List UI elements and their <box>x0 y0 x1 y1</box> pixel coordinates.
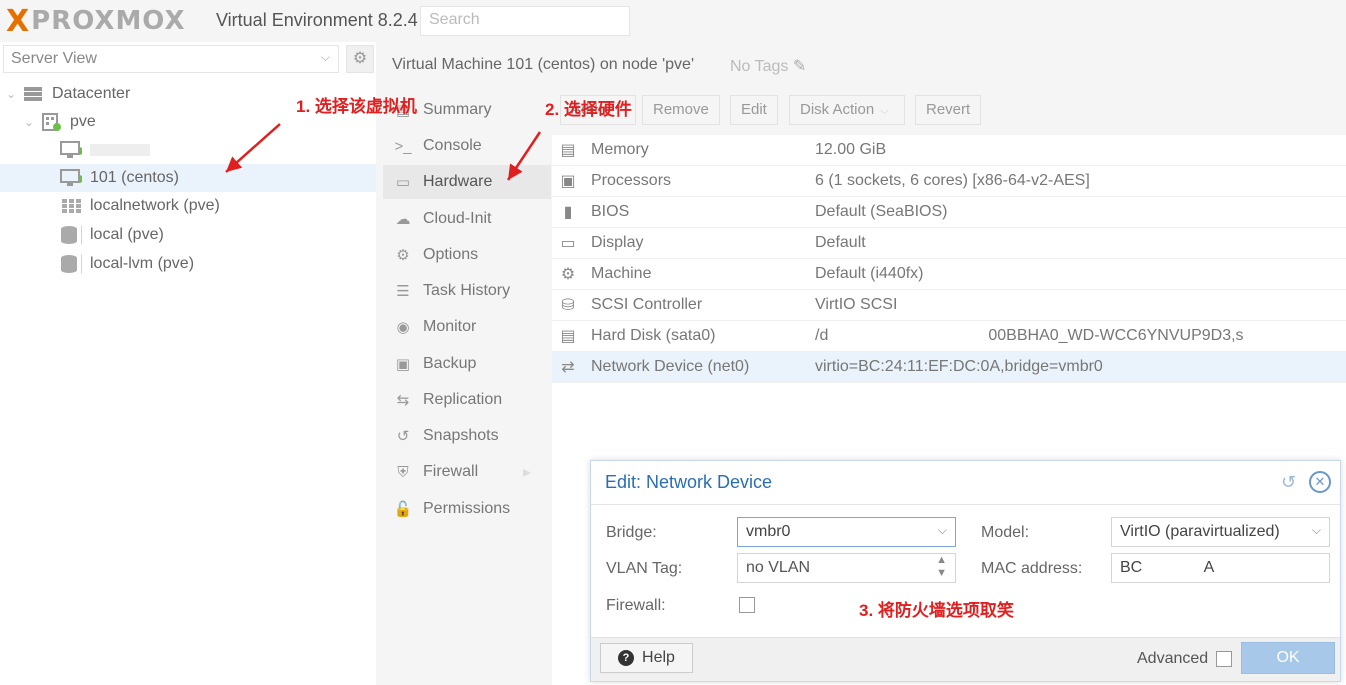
close-icon[interactable]: ✕ <box>1309 471 1331 493</box>
mac-label: MAC address: <box>981 560 1083 577</box>
bridge-select[interactable]: vmbr0 ⌵ <box>737 517 956 547</box>
vlan-value: no VLAN <box>746 559 811 576</box>
model-select[interactable]: VirtIO (paravirtualized) ⌵ <box>1111 517 1330 547</box>
dialog-footer: ? Help Advanced OK <box>591 637 1340 681</box>
advanced-checkbox[interactable] <box>1216 651 1232 667</box>
annotation-step3: 3. 将防火墙选项取笑 <box>859 601 1014 620</box>
model-value: VirtIO (paravirtualized) <box>1120 523 1280 540</box>
advanced-label: Advanced <box>1137 650 1209 667</box>
bridge-label: Bridge: <box>606 524 657 541</box>
vlan-input[interactable]: no VLAN ▲ ▼ <box>737 553 956 583</box>
arrow-step1 <box>225 123 281 173</box>
edit-network-device-dialog: Edit: Network Device ↺ ✕ Bridge: vmbr0 ⌵… <box>590 460 1341 682</box>
arrow-step2 <box>506 131 542 181</box>
question-icon: ? <box>618 650 635 666</box>
ok-button[interactable]: OK <box>1241 642 1335 674</box>
model-label: Model: <box>981 524 1030 541</box>
dialog-title: Edit: Network Device <box>605 472 773 492</box>
firewall-checkbox[interactable] <box>739 597 755 613</box>
vlan-label: VLAN Tag: <box>606 560 683 577</box>
chevron-down-icon: ⌵ <box>937 523 947 537</box>
chevron-down-icon: ⌵ <box>1311 523 1321 537</box>
help-label: Help <box>642 649 675 666</box>
help-button[interactable]: ? Help <box>600 643 693 673</box>
firewall-label: Firewall: <box>606 597 666 614</box>
reset-icon[interactable]: ↺ <box>1281 472 1296 493</box>
mac-input[interactable]: BC A <box>1111 553 1330 583</box>
bridge-value: vmbr0 <box>746 523 791 540</box>
spinner-icon[interactable]: ▲ ▼ <box>936 554 947 580</box>
dialog-header: Edit: Network Device ↺ ✕ <box>591 461 1340 505</box>
